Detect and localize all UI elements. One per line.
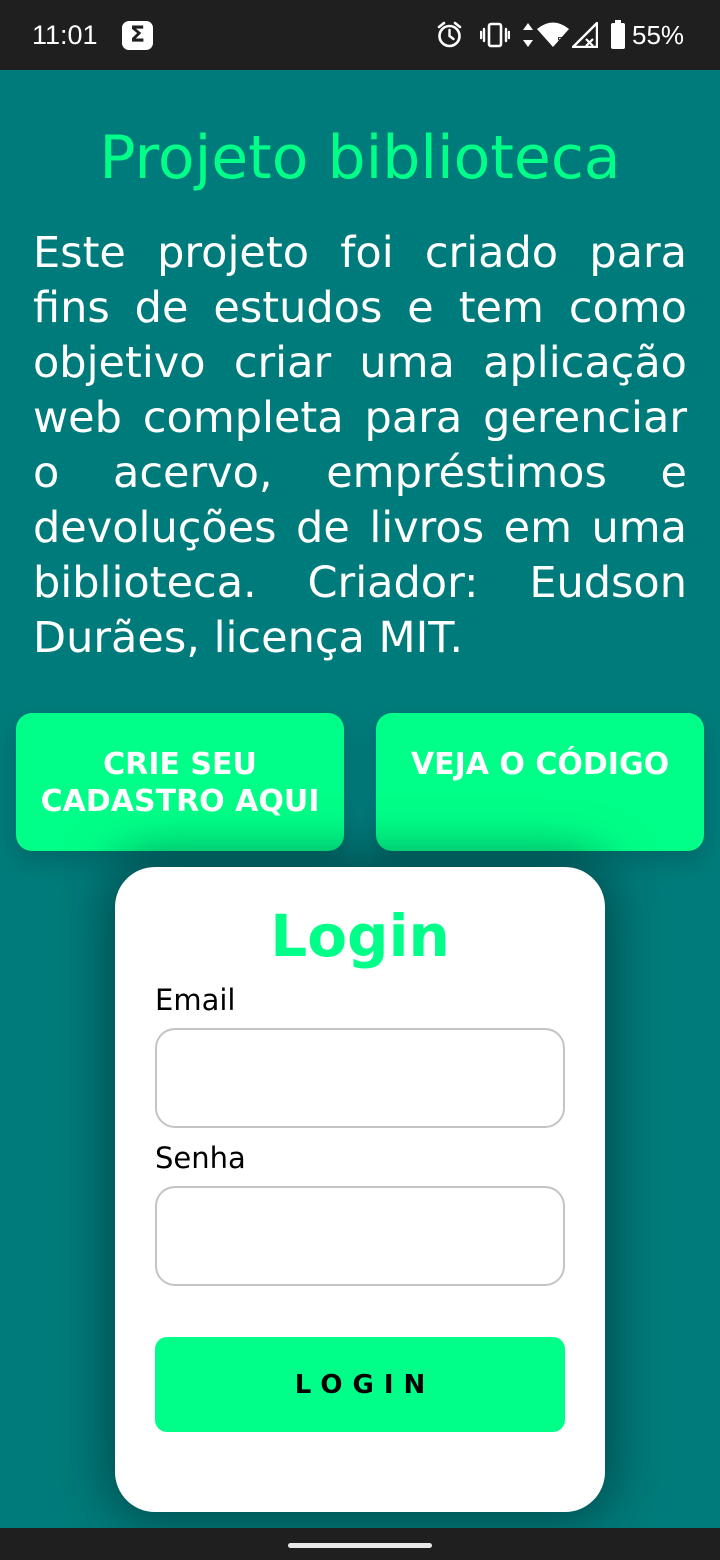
project-description: Este projeto foi criado para fins de est… bbox=[33, 228, 687, 663]
password-label: Senha bbox=[155, 1141, 246, 1175]
register-button-line1: CRIE SEU bbox=[103, 747, 257, 782]
view-code-button-label: VEJA O CÓDIGO bbox=[410, 747, 670, 782]
login-button[interactable]: LOGIN bbox=[155, 1337, 565, 1432]
sigma-icon: Σ bbox=[122, 21, 153, 50]
view-code-button[interactable]: VEJA O CÓDIGO bbox=[376, 713, 704, 851]
battery-percent: 55% bbox=[632, 20, 685, 50]
register-button[interactable]: CRIE SEU CADASTRO AQUI bbox=[16, 713, 344, 851]
login-title: Login bbox=[270, 902, 450, 970]
register-button-line2: CADASTRO AQUI bbox=[40, 784, 320, 819]
home-gesture-handle[interactable] bbox=[288, 1543, 432, 1548]
battery-icon bbox=[611, 20, 625, 49]
status-time: 11:01 bbox=[32, 20, 98, 50]
sigma-glyph: Σ bbox=[129, 22, 146, 48]
status-bar: 11:01 Σ 5 55% bbox=[0, 0, 720, 70]
data-activity-icon bbox=[523, 23, 533, 47]
navigation-bar bbox=[0, 1528, 720, 1560]
svg-text:5: 5 bbox=[557, 36, 563, 47]
alarm-icon bbox=[437, 21, 462, 48]
wifi-icon: 5 bbox=[537, 22, 569, 47]
login-card: Login Email Senha LOGIN bbox=[115, 867, 605, 1512]
page-title: Projeto biblioteca bbox=[99, 123, 621, 193]
email-field[interactable] bbox=[155, 1028, 565, 1128]
signal-icon bbox=[572, 22, 598, 48]
vibrate-icon bbox=[480, 22, 510, 48]
email-label: Email bbox=[155, 983, 236, 1017]
password-field[interactable] bbox=[155, 1186, 565, 1286]
